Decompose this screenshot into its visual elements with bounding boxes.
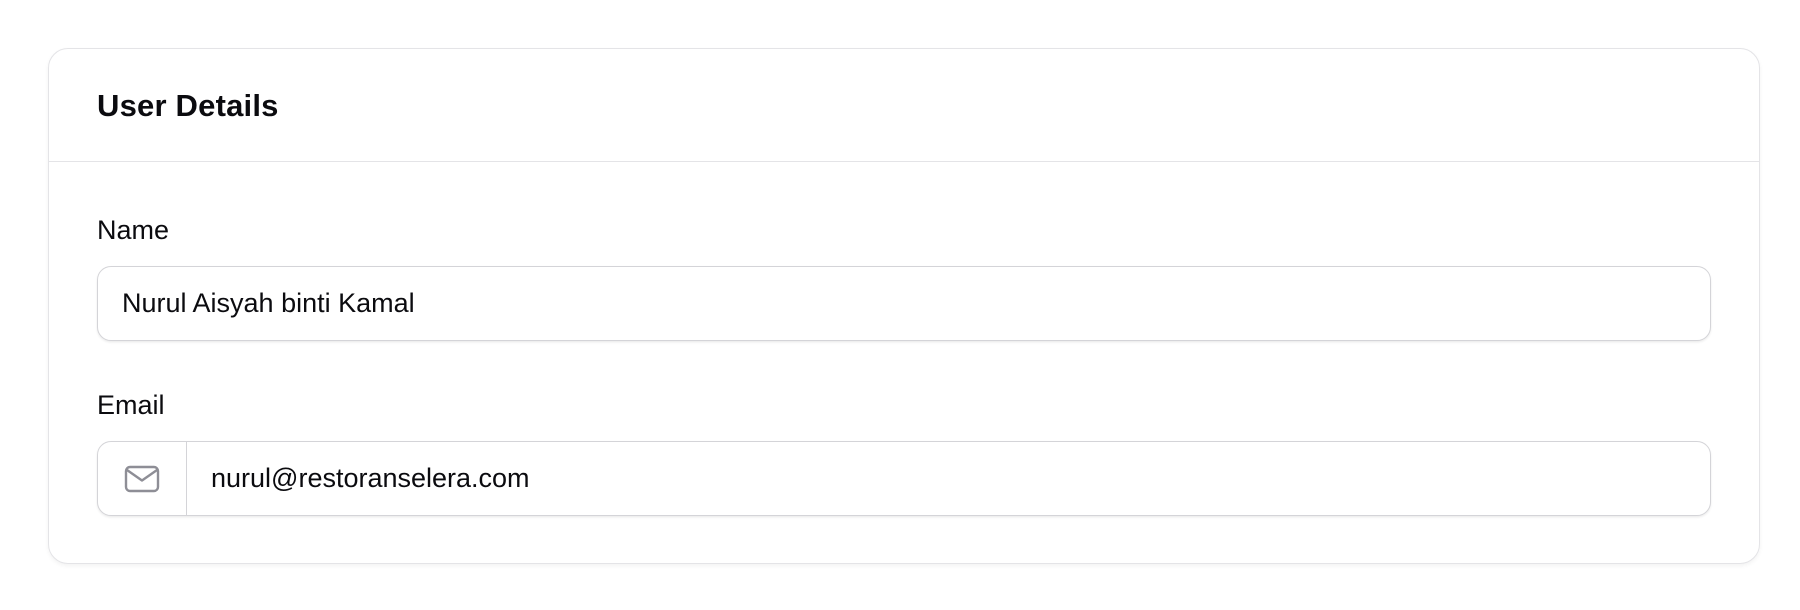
user-details-card: User Details Name Email (48, 48, 1760, 564)
email-label: Email (97, 390, 165, 420)
card-header: User Details (49, 49, 1759, 162)
name-input[interactable] (97, 266, 1711, 341)
name-label: Name (97, 215, 170, 245)
email-input[interactable] (187, 442, 1710, 515)
page: User Details Name Email (0, 0, 1800, 610)
email-input-group (97, 441, 1711, 516)
card-body: Name Email (49, 162, 1759, 516)
mail-icon (124, 465, 160, 493)
email-addon (98, 442, 187, 515)
card-title: User Details (97, 88, 279, 123)
